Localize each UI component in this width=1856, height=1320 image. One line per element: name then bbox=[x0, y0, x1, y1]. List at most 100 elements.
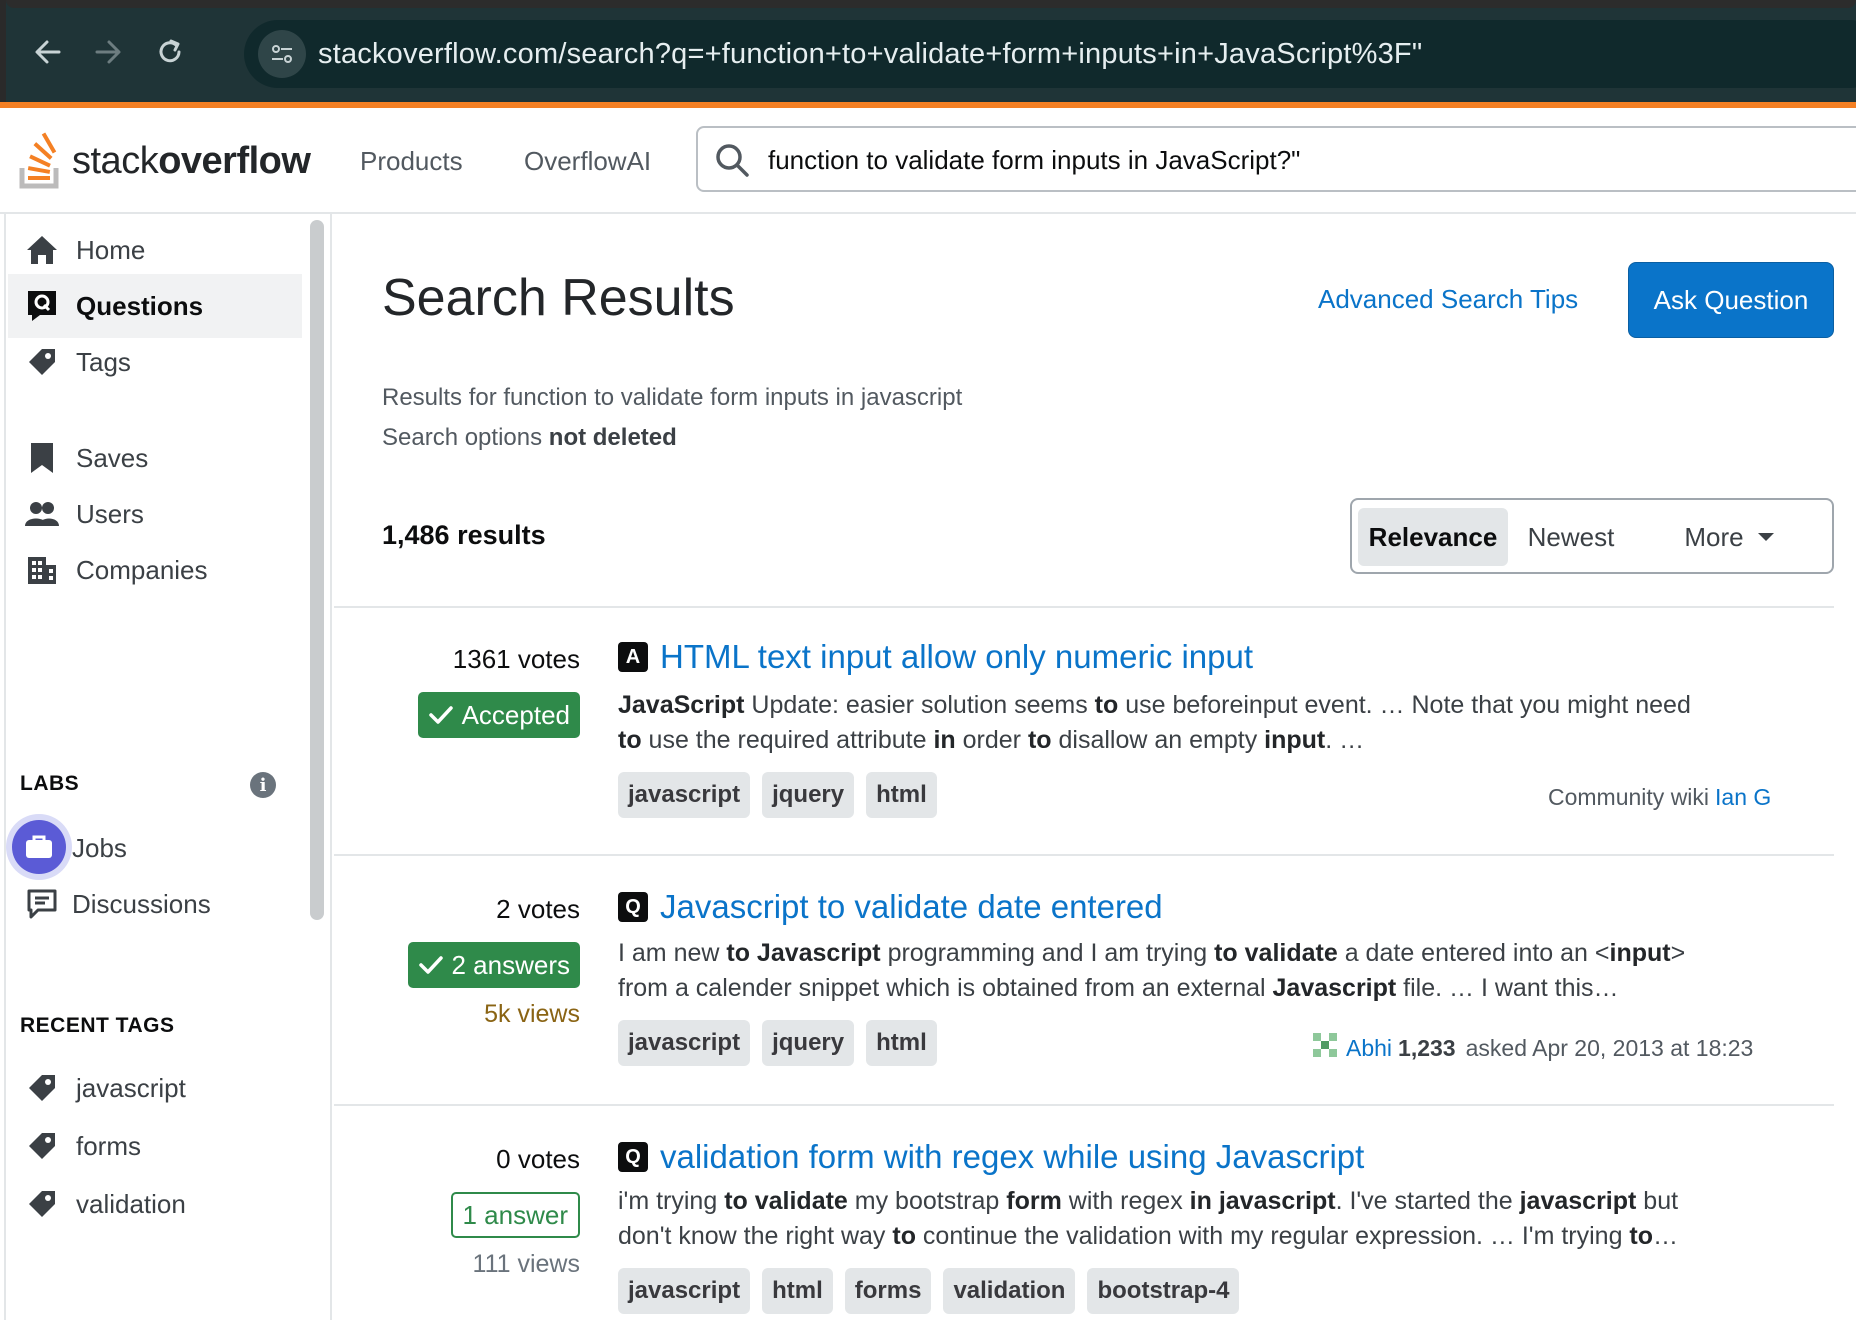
excerpt-line: I am new to Javascript programming and I… bbox=[618, 939, 1686, 967]
tab-strip bbox=[6, 0, 1856, 8]
answers-badge: 2 answers bbox=[407, 942, 580, 988]
info-icon[interactable]: i bbox=[250, 772, 276, 798]
avatar[interactable] bbox=[1310, 1030, 1340, 1066]
tag-pill[interactable]: validation bbox=[943, 1268, 1076, 1314]
result-tags: javascript jquery html bbox=[618, 1020, 949, 1066]
url-text[interactable]: stackoverflow.com/search?q=+function+to+… bbox=[318, 38, 1422, 71]
user-link[interactable]: Abhi bbox=[1346, 1035, 1392, 1062]
ask-question-button[interactable]: Ask Question bbox=[1628, 262, 1834, 338]
result-title-link[interactable]: Javascript to validate date entered bbox=[660, 888, 1163, 926]
sort-more-dropdown[interactable]: More bbox=[1636, 508, 1822, 566]
vote-count: 2 votes bbox=[496, 894, 580, 924]
recent-tag-validation[interactable]: validation bbox=[8, 1172, 302, 1236]
sidebar-item-companies[interactable]: Companies bbox=[8, 538, 302, 602]
answer-type-icon: A bbox=[618, 642, 648, 672]
sidebar-item-label: Home bbox=[76, 234, 146, 265]
view-count: 111 views bbox=[472, 1250, 580, 1278]
browser-toolbar: stackoverflow.com/search?q=+function+to+… bbox=[0, 0, 1856, 104]
tag-pill[interactable]: jquery bbox=[762, 772, 855, 818]
sidebar-item-label: Companies bbox=[76, 554, 208, 585]
recent-tag-forms[interactable]: forms bbox=[8, 1114, 302, 1178]
sort-tabs: Relevance Newest More bbox=[1350, 498, 1834, 574]
users-icon bbox=[22, 494, 62, 534]
search-input[interactable] bbox=[768, 140, 1768, 180]
result-stats: 0 votes 1 answer 111 views bbox=[334, 1144, 580, 1284]
tag-pill[interactable]: jquery bbox=[762, 1020, 855, 1066]
excerpt-line: from a calender snippet which is obtaine… bbox=[618, 974, 1619, 1002]
result-stats: 2 votes 2 answers 5k views bbox=[334, 894, 580, 1034]
results-count: 1,486 results bbox=[382, 520, 546, 550]
sidebar-item-label: Users bbox=[76, 498, 144, 529]
result-excerpt: JavaScript Update: easier solution seems… bbox=[618, 688, 1818, 758]
tag-pill[interactable]: javascript bbox=[618, 1020, 751, 1066]
tag-pill[interactable]: forms bbox=[844, 1268, 932, 1314]
tag-pill[interactable]: javascript bbox=[618, 772, 751, 818]
search-icon bbox=[712, 140, 752, 185]
sidebar-item-questions[interactable]: Questions bbox=[8, 274, 302, 338]
window-left-border bbox=[4, 214, 6, 1320]
overflowai-link[interactable]: OverflowAI bbox=[524, 146, 651, 177]
tag-icon bbox=[22, 1068, 62, 1108]
sidebar-item-home[interactable]: Home bbox=[8, 218, 302, 282]
sidebar-item-discussions[interactable]: Discussions bbox=[8, 872, 302, 936]
sort-newest-button[interactable]: Newest bbox=[1516, 508, 1626, 566]
sidebar-scrollbar[interactable] bbox=[310, 220, 324, 920]
site-settings-icon[interactable] bbox=[258, 30, 306, 78]
divider bbox=[334, 1104, 1834, 1106]
page-title: Search Results bbox=[382, 269, 735, 327]
tag-pill[interactable]: javascript bbox=[618, 1268, 751, 1314]
back-icon[interactable] bbox=[26, 30, 70, 74]
tag-icon bbox=[22, 1126, 62, 1166]
sidebar-item-users[interactable]: Users bbox=[8, 482, 302, 546]
community-wiki-label: Community wiki bbox=[1548, 784, 1710, 810]
recent-tags-heading: RECENT TAGS bbox=[20, 1014, 175, 1037]
sidebar-item-saves[interactable]: Saves bbox=[8, 426, 302, 490]
answers-badge: 1 answer bbox=[450, 1192, 580, 1238]
recent-tag-label: javascript bbox=[76, 1072, 186, 1103]
main-content: Search Results Advanced Search Tips Ask … bbox=[334, 214, 1856, 1320]
tag-pill[interactable]: bootstrap-4 bbox=[1087, 1268, 1240, 1314]
sort-relevance-button[interactable]: Relevance bbox=[1358, 508, 1508, 566]
divider bbox=[334, 854, 1834, 856]
tag-icon bbox=[22, 342, 62, 382]
sidebar-item-label: Discussions bbox=[72, 888, 211, 919]
sidebar-item-jobs[interactable]: Jobs bbox=[8, 816, 302, 880]
products-link[interactable]: Products bbox=[360, 146, 463, 177]
question-type-icon: Q bbox=[618, 892, 648, 922]
bookmark-icon bbox=[22, 438, 62, 478]
sidebar-item-label: Saves bbox=[76, 442, 149, 473]
address-bar[interactable]: stackoverflow.com/search?q=+function+to+… bbox=[244, 20, 1856, 88]
result-title-link[interactable]: HTML text input allow only numeric input bbox=[660, 638, 1253, 676]
forward-icon[interactable] bbox=[86, 30, 130, 74]
tag-pill[interactable]: html bbox=[866, 772, 937, 818]
sidebar-item-label: Questions bbox=[76, 290, 204, 321]
chevron-down-icon bbox=[1757, 533, 1774, 541]
result-excerpt: I am new to Javascript programming and I… bbox=[618, 936, 1818, 1006]
window-edge bbox=[0, 0, 6, 104]
vote-count: 1361 votes bbox=[452, 644, 580, 674]
site-header: stackoverflow Products OverflowAI bbox=[0, 108, 1856, 214]
result-tags: javascript jquery html bbox=[618, 772, 949, 818]
stackoverflow-logo[interactable]: stackoverflow bbox=[18, 126, 311, 196]
sidebar-item-tags[interactable]: Tags bbox=[8, 330, 302, 394]
result-meta: Abhi 1,233 asked Apr 20, 2013 at 18:23 bbox=[1310, 1030, 1753, 1066]
accepted-badge: Accepted bbox=[417, 692, 580, 738]
excerpt-line: JavaScript Update: easier solution seems… bbox=[618, 691, 1691, 719]
building-icon bbox=[22, 550, 62, 590]
result-tags: javascript html forms validation bootstr… bbox=[618, 1268, 1251, 1314]
excerpt-line: to use the required attribute in order t… bbox=[618, 726, 1365, 754]
reputation: 1,233 bbox=[1398, 1034, 1456, 1061]
reload-icon[interactable] bbox=[148, 30, 192, 74]
tag-pill[interactable]: html bbox=[762, 1268, 833, 1314]
result-title-link[interactable]: validation form with regex while using J… bbox=[660, 1138, 1364, 1176]
advanced-search-tips-link[interactable]: Advanced Search Tips bbox=[1318, 284, 1578, 315]
sidebar-item-label: Jobs bbox=[72, 832, 127, 863]
asked-timestamp: asked Apr 20, 2013 at 18:23 bbox=[1465, 1034, 1754, 1061]
site-search[interactable] bbox=[696, 126, 1856, 192]
labs-heading: LABS bbox=[20, 772, 80, 795]
tag-pill[interactable]: html bbox=[866, 1020, 937, 1066]
recent-tag-javascript[interactable]: javascript bbox=[8, 1056, 302, 1120]
user-link[interactable]: Ian G bbox=[1715, 784, 1771, 811]
results-for-text: Results for function to validate form in… bbox=[382, 384, 963, 411]
logo-wordmark: stackoverflow bbox=[72, 139, 311, 182]
